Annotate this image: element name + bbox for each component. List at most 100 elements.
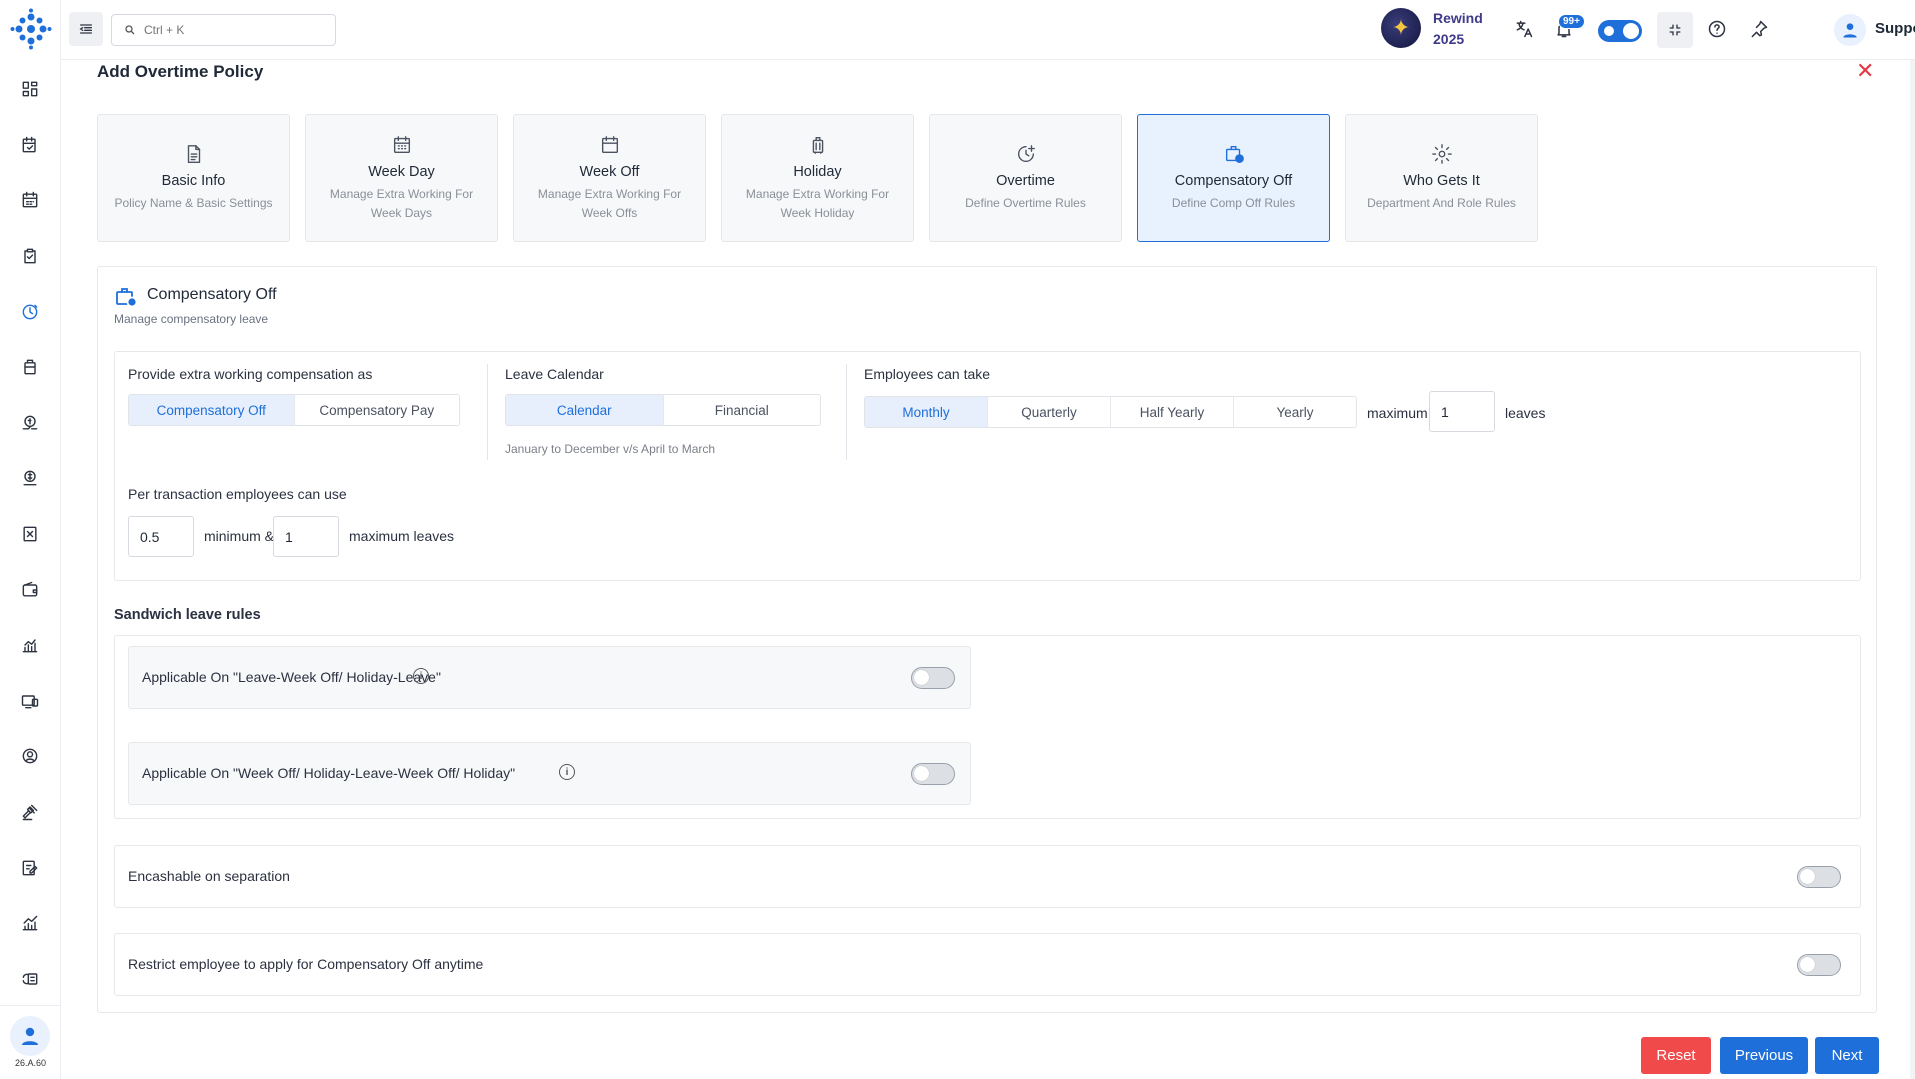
support-avatar[interactable] bbox=[1834, 14, 1866, 46]
sandwich-rule-label: Applicable On "Week Off/ Holiday-Leave-W… bbox=[142, 765, 516, 781]
option-calendar[interactable]: Calendar bbox=[506, 395, 664, 425]
analytics-icon[interactable] bbox=[19, 634, 41, 656]
search-icon bbox=[125, 25, 135, 35]
sandwich-rule-1-toggle[interactable] bbox=[911, 667, 955, 689]
step-compensatory-off[interactable]: Compensatory Off Define Comp Off Rules bbox=[1137, 114, 1330, 242]
sandwich-rules: Applicable On "Leave-Week Off/ Holiday-L… bbox=[114, 635, 1861, 819]
leaves-label: leaves bbox=[1505, 405, 1546, 421]
attendance-icon[interactable] bbox=[19, 245, 41, 267]
encashable-toggle[interactable] bbox=[1797, 866, 1841, 888]
compensation-settings: Provide extra working compensation as Co… bbox=[114, 351, 1861, 581]
leave-calendar-hint: January to December v/s April to March bbox=[505, 442, 716, 456]
menu-toggle-button[interactable] bbox=[69, 12, 103, 46]
clock-plus-icon bbox=[1015, 143, 1037, 165]
step-who-gets-it[interactable]: Who Gets It Department And Role Rules bbox=[1345, 114, 1538, 242]
page-title: Add Overtime Policy bbox=[97, 62, 264, 81]
compensation-type-selector: Compensatory Off Compensatory Pay bbox=[128, 394, 460, 426]
search-input[interactable] bbox=[144, 23, 324, 37]
devices-icon[interactable] bbox=[19, 690, 41, 712]
user-avatar[interactable] bbox=[10, 1016, 50, 1056]
step-basic-info[interactable]: Basic Info Policy Name & Basic Settings bbox=[97, 114, 290, 242]
rewind-label[interactable]: Rewind 2025 bbox=[1433, 8, 1483, 50]
option-financial[interactable]: Financial bbox=[663, 395, 820, 425]
briefcase-icon[interactable] bbox=[19, 356, 41, 378]
info-icon[interactable]: i bbox=[559, 764, 575, 780]
sidebar: 26.A.60 bbox=[0, 0, 61, 1079]
notification-count-badge: 99+ bbox=[1558, 14, 1585, 29]
option-compensatory-off[interactable]: Compensatory Off bbox=[129, 395, 295, 425]
option-compensatory-pay[interactable]: Compensatory Pay bbox=[294, 395, 459, 425]
theme-toggle[interactable] bbox=[1598, 20, 1642, 42]
per-transaction-label: Per transaction employees can use bbox=[128, 486, 347, 502]
app-logo[interactable] bbox=[10, 8, 52, 50]
pin-icon[interactable] bbox=[1746, 16, 1772, 42]
collapse-icon bbox=[1669, 24, 1681, 36]
help-icon[interactable] bbox=[1704, 16, 1730, 42]
option-monthly[interactable]: Monthly bbox=[865, 397, 988, 427]
leave-calendar-selector: Calendar Financial bbox=[505, 394, 821, 426]
calendar-icon[interactable] bbox=[19, 189, 41, 211]
period-selector: Monthly Quarterly Half Yearly Yearly bbox=[864, 396, 1357, 428]
profile-icon[interactable] bbox=[19, 745, 41, 767]
employees-can-take-label: Employees can take bbox=[864, 366, 991, 382]
dashboard-icon[interactable] bbox=[19, 78, 41, 100]
info-icon[interactable]: i bbox=[413, 668, 429, 684]
close-icon[interactable]: ✕ bbox=[1856, 60, 1874, 82]
sun-icon bbox=[1604, 26, 1614, 36]
reset-button[interactable]: Reset bbox=[1641, 1037, 1711, 1074]
compensatory-off-card: Compensatory Off Manage compensatory lea… bbox=[97, 266, 1877, 1013]
minimum-label: minimum & bbox=[204, 528, 275, 544]
document-icon bbox=[183, 143, 205, 165]
option-quarterly[interactable]: Quarterly bbox=[988, 397, 1111, 427]
restrict-toggle[interactable] bbox=[1797, 954, 1841, 976]
maximum-label: maximum bbox=[1367, 405, 1428, 421]
option-half-yearly[interactable]: Half Yearly bbox=[1111, 397, 1234, 427]
step-title: Compensatory Off bbox=[1174, 173, 1293, 189]
step-week-off[interactable]: Week Off Manage Extra Working For Week O… bbox=[513, 114, 706, 242]
translate-icon[interactable] bbox=[1511, 16, 1537, 42]
next-button[interactable]: Next bbox=[1815, 1037, 1879, 1074]
legal-icon[interactable] bbox=[19, 801, 41, 823]
option-yearly[interactable]: Yearly bbox=[1234, 397, 1356, 427]
tasks-icon[interactable] bbox=[19, 134, 41, 156]
sandwich-rules-title: Sandwich leave rules bbox=[114, 607, 261, 623]
encashable-row: Encashable on separation bbox=[114, 845, 1861, 908]
leave-calendar-label: Leave Calendar bbox=[505, 366, 604, 382]
document-icon[interactable] bbox=[19, 523, 41, 545]
sandwich-rule-2-toggle[interactable] bbox=[911, 763, 955, 785]
maximum-leaves-label: maximum leaves bbox=[349, 528, 455, 544]
app-version: 26.A.60 bbox=[14, 1058, 47, 1068]
step-overtime[interactable]: Overtime Define Overtime Rules bbox=[929, 114, 1122, 242]
compensation-label: Provide extra working compensation as bbox=[128, 366, 373, 382]
scrollbar[interactable] bbox=[1910, 60, 1915, 1079]
briefcase-clock-icon bbox=[1223, 143, 1245, 165]
payroll-icon[interactable] bbox=[19, 412, 41, 434]
top-bar: ✦ Rewind 2025 99+ Support bbox=[61, 0, 1915, 60]
forms-icon[interactable] bbox=[19, 857, 41, 879]
step-subtitle: Manage Extra Working For Week Days bbox=[329, 186, 474, 220]
step-subtitle: Manage Extra Working For Week Offs bbox=[537, 186, 682, 220]
sandwich-rule-label: Applicable On "Leave-Week Off/ Holiday-L… bbox=[142, 669, 441, 685]
luggage-icon bbox=[807, 134, 829, 156]
wallet-icon[interactable] bbox=[19, 579, 41, 601]
step-title: Week Off bbox=[579, 163, 640, 180]
clock-icon[interactable] bbox=[19, 301, 41, 323]
fullscreen-button[interactable] bbox=[1657, 12, 1693, 48]
previous-button[interactable]: Previous bbox=[1720, 1037, 1808, 1074]
growth-icon[interactable] bbox=[19, 912, 41, 934]
expense-icon[interactable] bbox=[19, 467, 41, 489]
step-holiday[interactable]: Holiday Manage Extra Working For Week Ho… bbox=[721, 114, 914, 242]
sandwich-rule-row: Applicable On "Week Off/ Holiday-Leave-W… bbox=[128, 742, 971, 805]
main-content: Add Overtime Policy ✕ Basic Info Policy … bbox=[61, 60, 1915, 1079]
search-box[interactable] bbox=[111, 14, 336, 46]
minimum-leaves-input[interactable] bbox=[128, 516, 194, 557]
step-week-day[interactable]: Week Day Manage Extra Working For Week D… bbox=[305, 114, 498, 242]
calendar-grid-icon bbox=[391, 134, 413, 156]
rewind-badge-icon[interactable]: ✦ bbox=[1381, 8, 1421, 48]
support-label[interactable]: Support bbox=[1875, 20, 1915, 37]
maximum-per-transaction-input[interactable] bbox=[273, 516, 339, 557]
settings-panel-icon[interactable] bbox=[19, 968, 41, 990]
sandwich-rule-row: Applicable On "Leave-Week Off/ Holiday-L… bbox=[128, 646, 971, 709]
maximum-leaves-input[interactable] bbox=[1429, 391, 1495, 432]
step-title: Holiday bbox=[793, 163, 842, 180]
